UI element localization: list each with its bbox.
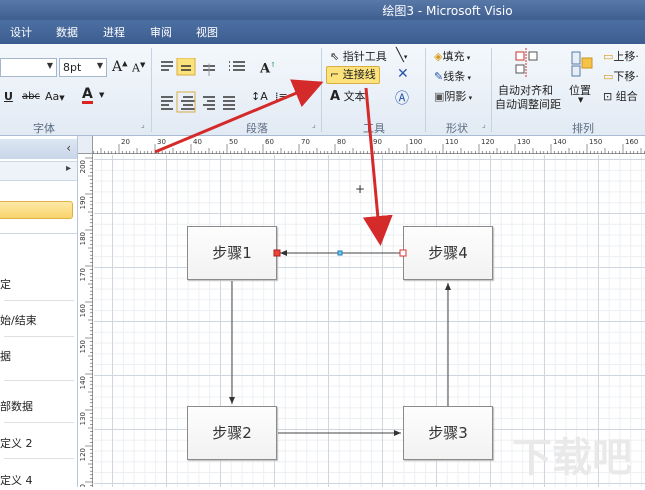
annotation-arrow-to-canvas bbox=[362, 87, 393, 246]
annotation-arrows bbox=[154, 79, 393, 246]
annotation-arrow-to-connector-tool bbox=[154, 79, 324, 154]
